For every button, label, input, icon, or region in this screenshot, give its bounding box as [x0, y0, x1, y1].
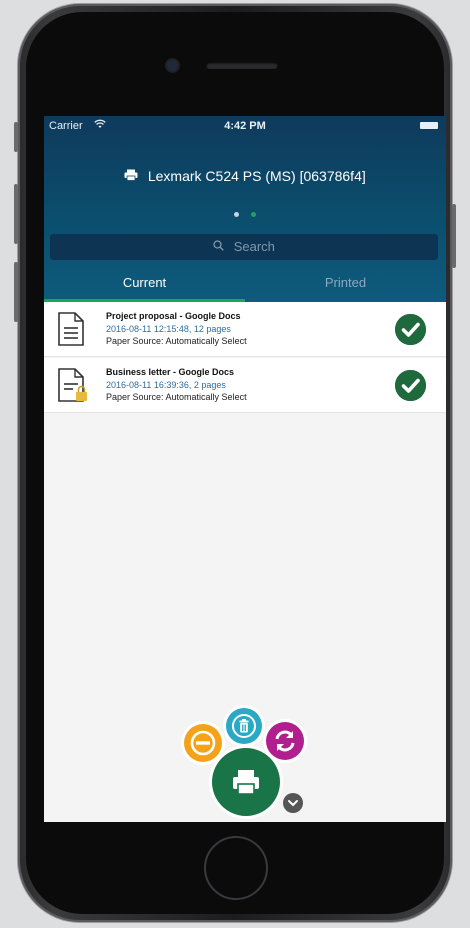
printer-header: Carrier 4:42 PM Lexmark C524 PS (MS) [06… — [44, 116, 446, 302]
volume-up-button — [14, 184, 18, 244]
page-indicator[interactable] — [44, 204, 446, 222]
trash-icon — [232, 714, 256, 738]
printer-icon — [233, 770, 259, 795]
job-paper-source: Paper Source: Automatically Select — [106, 336, 247, 346]
mute-switch — [14, 122, 18, 152]
volume-down-button — [14, 262, 18, 322]
battery-icon — [420, 122, 438, 129]
front-camera — [167, 60, 178, 71]
tab-current[interactable]: Current — [44, 266, 245, 302]
job-list-item[interactable]: Project proposal - Google Docs 2016-08-1… — [44, 302, 446, 357]
page-dot-2[interactable] — [251, 212, 257, 217]
power-button — [452, 204, 456, 268]
status-time: 4:42 PM — [224, 120, 266, 132]
print-button[interactable] — [212, 748, 280, 816]
job-tabs: Current Printed — [44, 266, 446, 302]
job-title: Business letter - Google Docs — [106, 367, 235, 377]
home-button[interactable] — [204, 836, 268, 900]
search-icon — [213, 239, 228, 254]
job-title: Project proposal - Google Docs — [106, 311, 241, 321]
job-paper-source: Paper Source: Automatically Select — [106, 392, 247, 402]
job-list-item[interactable]: Business letter - Google Docs 2016-08-11… — [44, 358, 446, 413]
check-icon — [395, 370, 426, 401]
earpiece-speaker — [206, 62, 278, 69]
document-locked-icon — [58, 368, 87, 402]
tab-printed[interactable]: Printed — [245, 266, 446, 302]
chevron-down-icon — [288, 800, 298, 807]
job-meta: 2016-08-11 16:39:36, 2 pages — [106, 380, 226, 390]
app-screen: Carrier 4:42 PM Lexmark C524 PS (MS) [06… — [44, 116, 446, 822]
printer-icon — [124, 169, 142, 184]
more-options-button[interactable] — [283, 793, 303, 813]
document-icon — [58, 312, 84, 346]
page-dot-1[interactable] — [233, 212, 239, 217]
job-meta: 2016-08-11 12:15:48, 12 pages — [106, 324, 231, 334]
printer-name: Lexmark C524 PS (MS) [063786f4] — [147, 168, 366, 184]
status-bar: Carrier 4:42 PM — [44, 116, 446, 136]
search-field[interactable]: Search — [50, 234, 438, 260]
search-placeholder: Search — [233, 239, 275, 254]
printer-selector[interactable]: Lexmark C524 PS (MS) [063786f4] — [44, 168, 446, 184]
check-icon — [395, 314, 426, 345]
delete-job-button[interactable] — [226, 708, 262, 744]
